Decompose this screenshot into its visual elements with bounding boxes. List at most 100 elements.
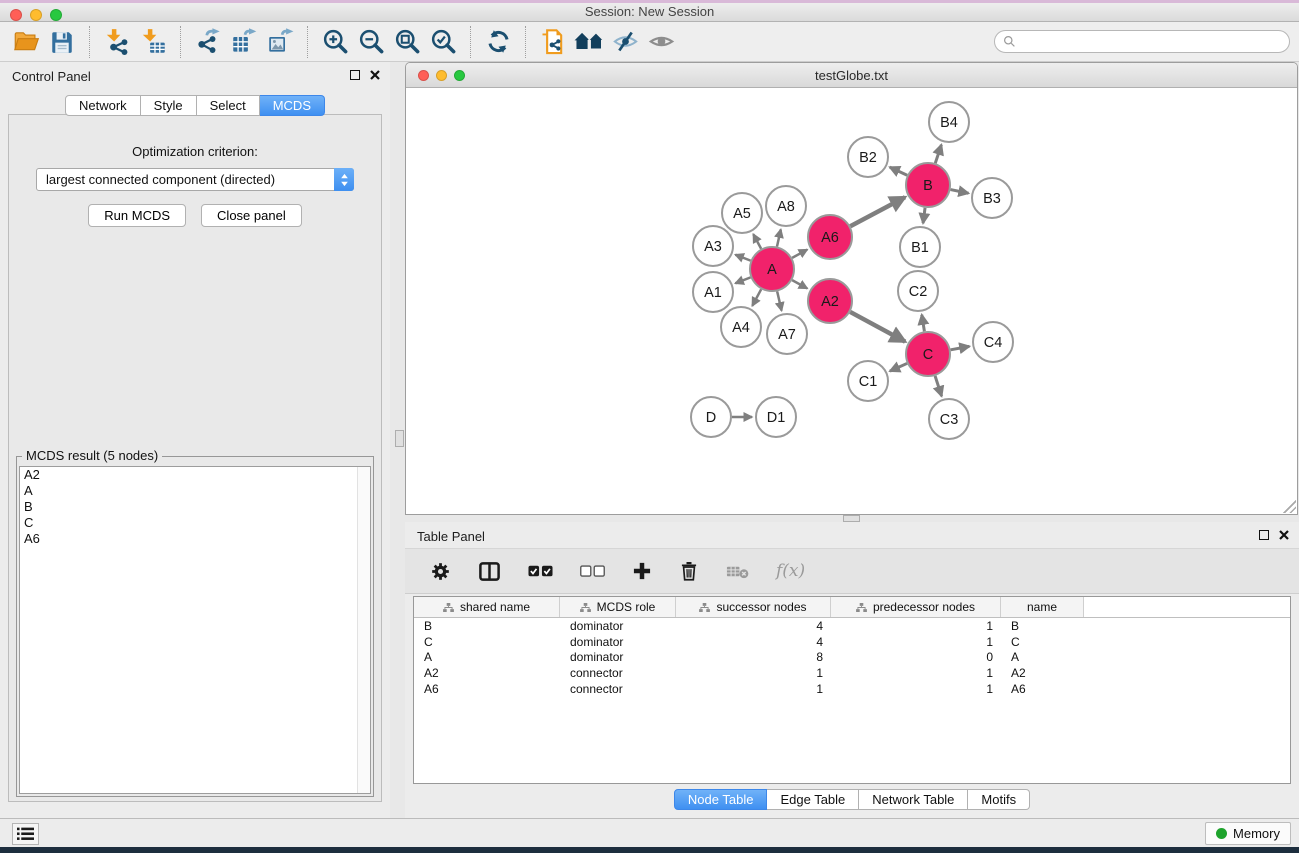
node-C1[interactable]: C1 [848, 361, 888, 401]
delete-columns-icon[interactable] [679, 561, 699, 581]
node-B1[interactable]: B1 [900, 227, 940, 267]
node-D1[interactable]: D1 [756, 397, 796, 437]
horizontal-splitter-handle[interactable] [843, 515, 860, 522]
edge-A-A1[interactable] [735, 277, 750, 283]
node-A[interactable]: A [750, 247, 794, 291]
node-D[interactable]: D [691, 397, 731, 437]
tab-node-table[interactable]: Node Table [674, 789, 768, 810]
export-table-icon[interactable] [226, 25, 262, 59]
deselect-all-checkboxes-icon[interactable] [580, 565, 605, 578]
maximize-network-icon[interactable] [454, 70, 465, 81]
edge-C-C4[interactable] [951, 346, 970, 349]
save-session-icon[interactable] [44, 25, 80, 59]
function-builder-icon[interactable]: f(x) [776, 561, 805, 581]
edge-A-A6[interactable] [792, 250, 807, 258]
zoom-fit-icon[interactable] [389, 25, 425, 59]
result-scrollbar[interactable] [357, 467, 370, 793]
table-row[interactable]: Bdominator41B [414, 618, 1290, 634]
table-row[interactable]: A6connector11A6 [414, 681, 1290, 697]
column-header-shared-name[interactable]: shared name [414, 597, 560, 617]
node-A5[interactable]: A5 [722, 193, 762, 233]
edge-C-C1[interactable] [890, 363, 907, 371]
column-header-successor-nodes[interactable]: successor nodes [676, 597, 831, 617]
node-C2[interactable]: C2 [898, 271, 938, 311]
edge-A-A2[interactable] [792, 280, 807, 288]
edge-A-A4[interactable] [752, 289, 761, 306]
node-C[interactable]: C [906, 332, 950, 376]
table-row[interactable]: Cdominator41C [414, 634, 1290, 650]
edge-B-B2[interactable] [890, 167, 907, 175]
edge-A-A5[interactable] [753, 234, 761, 249]
tab-select[interactable]: Select [197, 95, 260, 116]
edge-A-A8[interactable] [777, 229, 781, 246]
close-panel-icon[interactable] [370, 70, 380, 80]
node-B3[interactable]: B3 [972, 178, 1012, 218]
close-network-icon[interactable] [418, 70, 429, 81]
apply-layout-homes-icon[interactable] [571, 25, 607, 59]
edge-B-B1[interactable] [923, 208, 925, 223]
network-from-document-icon[interactable] [535, 25, 571, 59]
minimize-window-icon[interactable] [30, 9, 42, 21]
node-C4[interactable]: C4 [973, 322, 1013, 362]
node-A2[interactable]: A2 [808, 279, 852, 323]
node-A8[interactable]: A8 [766, 186, 806, 226]
close-table-panel-icon[interactable] [1279, 530, 1289, 540]
table-row[interactable]: Adominator80A [414, 650, 1290, 666]
tab-style[interactable]: Style [141, 95, 197, 116]
close-window-icon[interactable] [10, 9, 22, 21]
edge-C-C2[interactable] [922, 315, 925, 332]
network-canvas[interactable]: AA1A2A3A4A5A6A7A8BB1B2B3B4CC1C2C3C4DD1 [406, 88, 1297, 514]
delete-table-icon[interactable] [726, 564, 749, 579]
column-header-predecessor-nodes[interactable]: predecessor nodes [831, 597, 1001, 617]
select-all-checkboxes-icon[interactable] [528, 565, 553, 578]
import-network-icon[interactable] [99, 25, 135, 59]
node-B4[interactable]: B4 [929, 102, 969, 142]
node-C3[interactable]: C3 [929, 399, 969, 439]
task-history-button[interactable] [12, 823, 39, 845]
tab-network[interactable]: Network [65, 95, 141, 116]
add-column-icon[interactable] [632, 561, 652, 581]
edge-B-B3[interactable] [951, 190, 969, 194]
float-panel-icon[interactable] [350, 70, 360, 80]
tab-mcds[interactable]: MCDS [260, 95, 325, 116]
table-row[interactable]: A2connector11A2 [414, 665, 1290, 681]
edge-B-B4[interactable] [935, 145, 941, 163]
open-session-icon[interactable] [8, 25, 44, 59]
tab-motifs[interactable]: Motifs [968, 789, 1030, 810]
memory-button[interactable]: Memory [1205, 822, 1291, 845]
vertical-splitter-handle[interactable] [395, 430, 404, 447]
node-A4[interactable]: A4 [721, 307, 761, 347]
column-header-MCDS-role[interactable]: MCDS role [560, 597, 676, 617]
edge-A-A3[interactable] [735, 255, 750, 261]
export-image-icon[interactable] [262, 25, 298, 59]
show-graphics-details-icon[interactable] [643, 25, 679, 59]
edge-C-C3[interactable] [935, 376, 942, 396]
zoom-selected-icon[interactable] [425, 25, 461, 59]
tab-network-table[interactable]: Network Table [859, 789, 968, 810]
run-mcds-button[interactable]: Run MCDS [88, 204, 186, 227]
mcds-result-item[interactable]: A [20, 483, 370, 499]
node-B[interactable]: B [906, 163, 950, 207]
float-table-panel-icon[interactable] [1259, 530, 1269, 540]
network-window-titlebar[interactable]: testGlobe.txt [406, 63, 1297, 88]
show-columns-icon[interactable] [478, 560, 501, 583]
node-A1[interactable]: A1 [693, 272, 733, 312]
node-A3[interactable]: A3 [693, 226, 733, 266]
zoom-in-icon[interactable] [317, 25, 353, 59]
edge-A-A7[interactable] [777, 291, 781, 310]
edge-A2-C[interactable] [850, 312, 905, 342]
search-input[interactable] [1021, 34, 1281, 49]
tab-edge-table[interactable]: Edge Table [767, 789, 859, 810]
refresh-network-icon[interactable] [480, 25, 516, 59]
node-B2[interactable]: B2 [848, 137, 888, 177]
table-settings-icon[interactable] [430, 561, 451, 582]
criterion-select[interactable]: largest connected component (directed) [36, 168, 354, 191]
zoom-out-icon[interactable] [353, 25, 389, 59]
column-header-name[interactable]: name [1001, 597, 1084, 617]
close-panel-button[interactable]: Close panel [201, 204, 302, 227]
mcds-result-item[interactable]: B [20, 499, 370, 515]
import-table-icon[interactable] [135, 25, 171, 59]
hide-graphics-details-icon[interactable] [607, 25, 643, 59]
mcds-result-item[interactable]: C [20, 515, 370, 531]
mcds-result-item[interactable]: A6 [20, 531, 370, 547]
